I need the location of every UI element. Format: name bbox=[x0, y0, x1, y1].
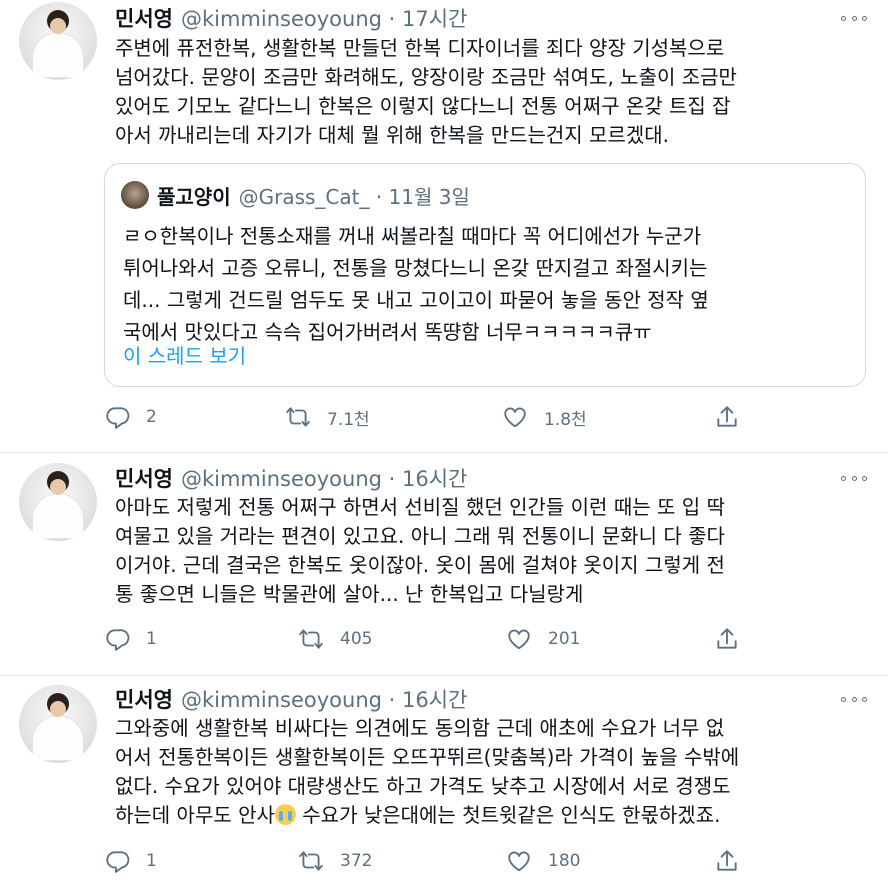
like-button[interactable]: 1.8천 bbox=[502, 402, 587, 432]
retweet-count: 372 bbox=[340, 851, 373, 871]
tweet-1[interactable]: 민서영 @kimminseoyoung · 17시간 주변에 퓨전한복, 생활한… bbox=[0, 0, 888, 452]
show-thread-link[interactable]: 이 스레드 보기 bbox=[123, 340, 246, 369]
share-button[interactable] bbox=[714, 846, 740, 876]
handle-and-time[interactable]: @kimminseoyoung · 16시간 bbox=[181, 463, 467, 493]
like-button[interactable]: 201 bbox=[506, 624, 580, 654]
tweet-2[interactable]: 민서영 @kimminseoyoung · 16시간 아마도 저렇게 전통 어쩌… bbox=[0, 453, 888, 675]
tweet-text: 그와중에 생활한복 비싸다는 의견에도 동의함 근데 애초에 수요가 너무 없 … bbox=[115, 716, 740, 827]
retweet-button[interactable]: 7.1천 bbox=[285, 402, 370, 432]
retweet-button[interactable]: 372 bbox=[298, 846, 372, 876]
avatar[interactable] bbox=[19, 685, 97, 763]
retweet-icon bbox=[286, 407, 310, 427]
tweet-3[interactable]: 민서영 @kimminseoyoung · 16시간 그와중에 생활한복 비싸다… bbox=[0, 676, 888, 884]
quoted-handle-and-time: @Grass_Cat_ · 11월 3일 bbox=[238, 184, 470, 209]
retweet-count: 7.1천 bbox=[327, 409, 370, 430]
display-name[interactable]: 민서영 bbox=[115, 3, 173, 33]
quoted-display-name: 풀고양이 bbox=[157, 184, 231, 209]
reply-count: 1 bbox=[146, 629, 157, 649]
reply-icon bbox=[106, 629, 130, 651]
reply-count: 2 bbox=[146, 407, 157, 427]
retweet-count: 405 bbox=[340, 629, 373, 649]
retweet-button[interactable]: 405 bbox=[298, 624, 372, 654]
reply-icon bbox=[106, 407, 130, 429]
share-icon bbox=[717, 850, 737, 871]
quoted-avatar[interactable] bbox=[121, 181, 149, 209]
like-button[interactable]: 180 bbox=[506, 846, 580, 876]
tweet-actions: 2 7.1천 1.8천 bbox=[104, 402, 744, 432]
tweet-actions: 1 405 201 bbox=[104, 624, 744, 654]
heart-icon bbox=[504, 407, 526, 428]
display-name[interactable]: 민서영 bbox=[115, 684, 173, 714]
handle-and-time[interactable]: @kimminseoyoung · 16시간 bbox=[181, 684, 467, 714]
quoted-text: ㄹㅇ한복이나 전통소재를 꺼내 써볼라칠 때마다 꼭 어디에선가 누군가 튀어나… bbox=[123, 224, 709, 344]
quoted-header: 풀고양이 @Grass_Cat_ · 11월 3일 bbox=[157, 180, 470, 210]
tweet-text: 주변에 퓨전한복, 생활한복 만들던 한복 디자이너를 죄다 양장 기성복으로 … bbox=[115, 36, 737, 147]
heart-icon bbox=[508, 851, 530, 872]
loudly-crying-face-emoji bbox=[274, 804, 296, 825]
share-button[interactable] bbox=[714, 402, 740, 432]
reply-icon bbox=[106, 851, 130, 873]
tweet-text: 아마도 저렇게 전통 어쩌구 하면서 선비질 했던 인간들 이런 때는 또 입 … bbox=[115, 495, 725, 606]
heart-icon bbox=[508, 629, 530, 650]
like-count: 201 bbox=[548, 629, 581, 649]
more-options-icon[interactable] bbox=[841, 8, 867, 28]
like-count: 180 bbox=[548, 851, 581, 871]
more-options-icon[interactable] bbox=[841, 689, 867, 709]
share-icon bbox=[717, 406, 737, 427]
avatar[interactable] bbox=[19, 2, 97, 80]
share-icon bbox=[717, 628, 737, 649]
more-options-icon[interactable] bbox=[841, 468, 867, 488]
retweet-icon bbox=[299, 629, 323, 649]
like-count: 1.8천 bbox=[544, 409, 587, 430]
reply-button[interactable]: 2 bbox=[104, 402, 157, 432]
tweet-header: 민서영 @kimminseoyoung · 17시간 bbox=[115, 3, 467, 33]
reply-button[interactable]: 1 bbox=[104, 846, 157, 876]
avatar[interactable] bbox=[19, 463, 97, 541]
share-button[interactable] bbox=[714, 624, 740, 654]
reply-button[interactable]: 1 bbox=[104, 624, 157, 654]
retweet-icon bbox=[299, 851, 323, 871]
tweet-header: 민서영 @kimminseoyoung · 16시간 bbox=[115, 684, 467, 714]
display-name[interactable]: 민서영 bbox=[115, 463, 173, 493]
tweet-actions: 1 372 180 bbox=[104, 846, 744, 876]
tweet-header: 민서영 @kimminseoyoung · 16시간 bbox=[115, 463, 467, 493]
handle-and-time[interactable]: @kimminseoyoung · 17시간 bbox=[181, 3, 467, 33]
reply-count: 1 bbox=[146, 851, 157, 871]
quoted-tweet[interactable]: 풀고양이 @Grass_Cat_ · 11월 3일 ㄹㅇ한복이나 전통소재를 꺼… bbox=[104, 163, 866, 387]
